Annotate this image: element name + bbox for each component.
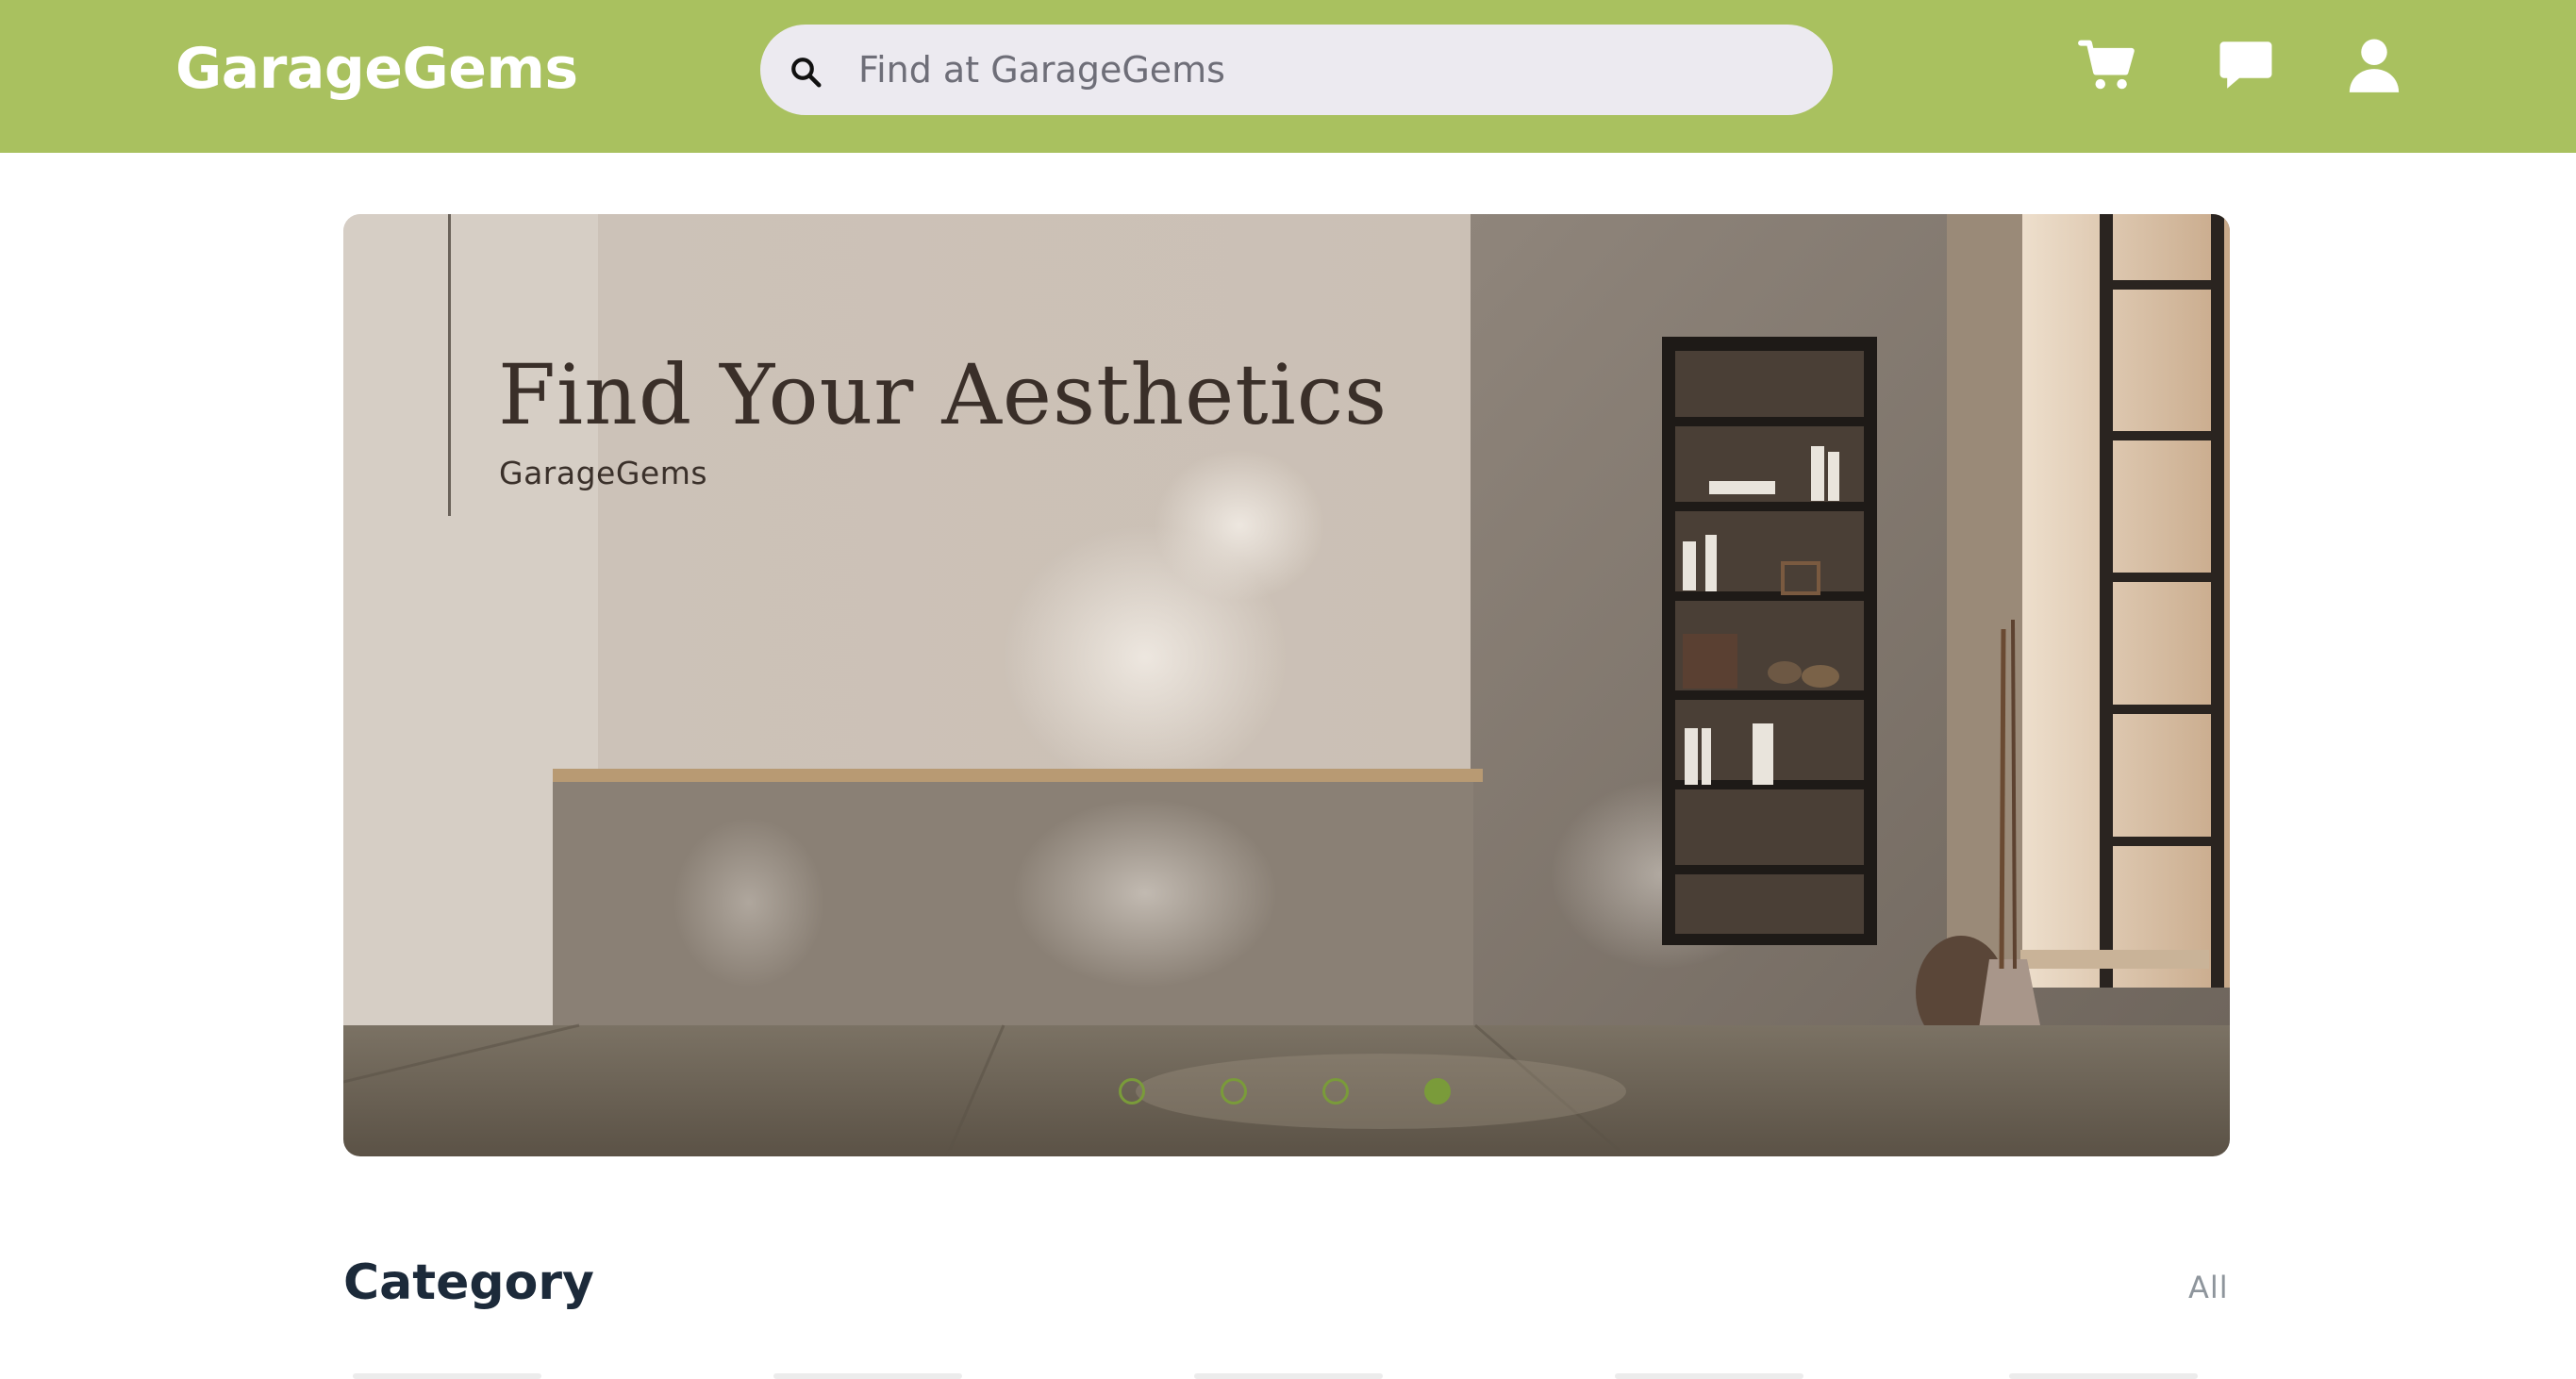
carousel-dot-1[interactable] [1119,1078,1145,1105]
search-input[interactable] [858,25,1802,115]
top-navbar: GarageGems [0,0,2576,153]
hero-title: Find Your Aesthetics [498,346,1388,443]
category-card-3[interactable] [1194,1373,1383,1379]
hero-banner[interactable]: Find Your Aesthetics GarageGems [343,214,2230,1156]
chat-icon[interactable] [2215,34,2277,96]
logo[interactable]: GarageGems [175,36,578,102]
carousel-dot-4[interactable] [1424,1078,1451,1105]
search-icon[interactable] [789,55,823,89]
cart-icon[interactable] [2077,34,2139,96]
category-card-2[interactable] [773,1373,962,1379]
category-all-link[interactable]: All [2188,1270,2229,1305]
hero-subtitle: GarageGems [499,455,708,491]
user-icon[interactable] [2343,34,2405,96]
category-card-1[interactable] [353,1373,541,1379]
hero-accent-rule [448,214,451,516]
carousel-dot-2[interactable] [1221,1078,1247,1105]
search-bar[interactable] [760,25,1833,115]
carousel-dot-3[interactable] [1322,1078,1349,1105]
category-card-5[interactable] [2009,1373,2198,1379]
category-heading: Category [343,1254,594,1311]
category-card-4[interactable] [1615,1373,1803,1379]
